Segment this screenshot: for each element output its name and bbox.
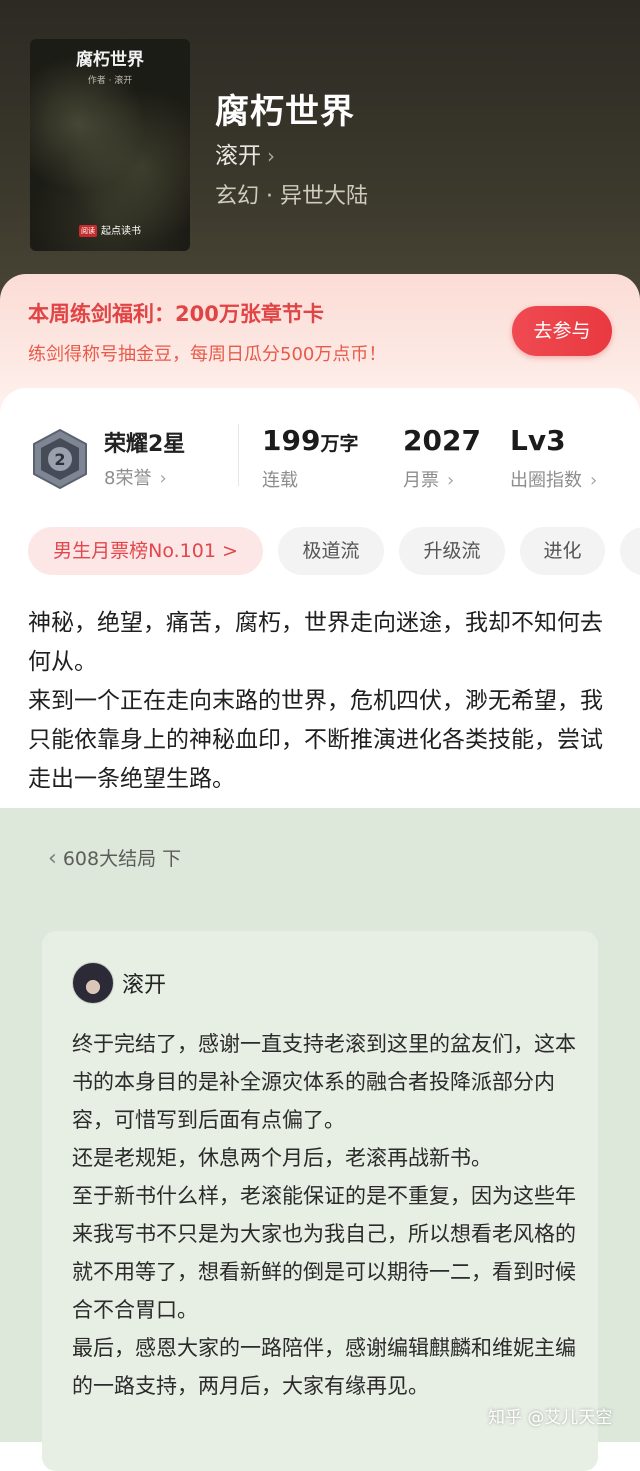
stats-divider (238, 424, 239, 486)
tag-item[interactable]: 进化 (520, 527, 605, 575)
author-name: 滚开 (215, 143, 261, 169)
chevron-right-icon: › (590, 470, 598, 491)
level-label: 出圈指数 (510, 470, 582, 491)
post-paragraph: 至于新书什么样，老滚能保证的是不重复，因为这些年来我写书不只是为大家也为我自己，… (72, 1184, 576, 1322)
book-description: 神秘，绝望，痛苦，腐朽，世界走向迷途，我却不知何去何从。 来到一个正在走向末路的… (28, 604, 618, 799)
post-paragraph: 终于完结了，感谢一直支持老滚到这里的盆友们，这本书的本身目的是补全源灾体系的融合… (72, 1032, 576, 1132)
word-count-unit: 万字 (320, 433, 359, 455)
book-genre: 玄幻 · 异世大陆 (215, 184, 368, 209)
book-cover[interactable]: 腐朽世界 作者 · 滚开 阅读 起点读书 (30, 39, 190, 251)
chapter-title: 608大结局 下 (62, 848, 182, 870)
monthly-ticket-value: 2027 (403, 424, 481, 457)
monthly-ticket-link[interactable]: 月票 › (403, 466, 454, 492)
honor-badge-icon[interactable]: 2 (30, 428, 90, 490)
avatar[interactable] (72, 962, 114, 1004)
tag-rank[interactable]: 男生月票榜No.101 > (28, 527, 263, 575)
brand-logo-icon: 阅读 (79, 225, 97, 237)
description-paragraph: 神秘，绝望，痛苦，腐朽，世界走向迷途，我却不知何去何从。 (28, 610, 603, 675)
word-count-value: 199 (262, 424, 321, 457)
chevron-right-icon: › (159, 468, 167, 489)
cover-author: 作者 · 滚开 (87, 76, 133, 86)
word-count: 199万字 (262, 424, 358, 457)
post-body: 终于完结了，感谢一直支持老滚到这里的盆友们，这本书的本身目的是补全源灾体系的融合… (72, 1025, 582, 1405)
description-paragraph: 来到一个正在走向末路的世界，危机四伏，渺无希望，我只能依靠身上的神秘血印，不断推… (28, 688, 603, 792)
promo-subtitle: 练剑得称号抽金豆，每周日瓜分500万点币！ (28, 344, 387, 365)
monthly-ticket-label: 月票 (403, 470, 439, 491)
join-button[interactable]: 去参与 (512, 306, 612, 356)
cover-brand: 阅读 起点读书 (30, 222, 190, 237)
chapter-link[interactable]: ‹ 608大结局 下 (48, 844, 181, 871)
chevron-left-icon: ‹ (48, 846, 57, 871)
chevron-right-icon: › (447, 470, 455, 491)
status-label: 连载 (262, 470, 298, 491)
tag-item[interactable]: 升级流 (399, 527, 505, 575)
cover-brand-text: 起点读书 (101, 226, 141, 237)
tag-item[interactable]: 极道流 (278, 527, 384, 575)
honor-count: 8荣誉 (104, 468, 152, 489)
honor-label: 荣耀2星 (104, 432, 186, 457)
chevron-right-icon: › (267, 144, 275, 168)
badge-level: 2 (54, 450, 65, 469)
post-author-name[interactable]: 滚开 (122, 967, 166, 999)
level-link[interactable]: 出圈指数 › (510, 466, 597, 492)
watermark: 知乎 @艾儿天空 (488, 1408, 613, 1428)
author-link[interactable]: 滚开 › (215, 136, 275, 170)
post-paragraph: 还是老规矩，休息两个月后，老滚再战新书。 (72, 1146, 492, 1170)
tag-item[interactable] (620, 527, 640, 575)
level-value: Lv3 (510, 424, 566, 457)
cover-title: 腐朽世界 (76, 50, 144, 70)
tag-row: 男生月票榜No.101 > 极道流 升级流 进化 (0, 527, 640, 577)
post-paragraph: 最后，感恩大家的一路陪伴，感谢编辑麒麟和维妮主编的一路支持，两月后，大家有缘再见… (72, 1336, 576, 1398)
book-title: 腐朽世界 (215, 92, 355, 132)
honor-count-link[interactable]: 8荣誉 › (104, 464, 167, 490)
promo-title: 本周练剑福利：200万张章节卡 (28, 302, 324, 326)
